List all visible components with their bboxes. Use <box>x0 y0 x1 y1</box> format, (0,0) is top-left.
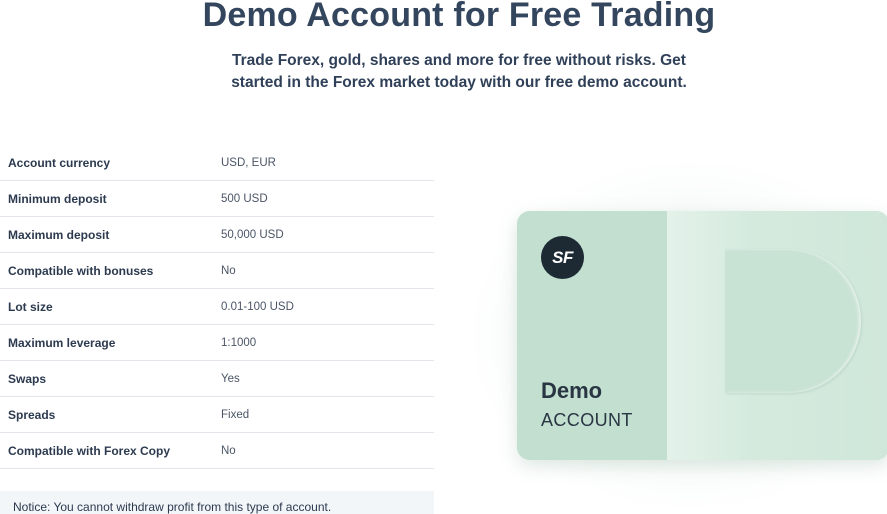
spec-label: Maximum leverage <box>8 335 116 350</box>
spec-label: Swaps <box>8 371 47 386</box>
page-subtitle: Trade Forex, gold, shares and more for f… <box>231 52 687 91</box>
spec-value: 500 USD <box>221 192 268 205</box>
card-title: Demo <box>541 378 603 403</box>
spec-row-maximum-leverage: Maximum leverage 1:1000 <box>0 325 434 361</box>
spec-row-compatible-with-forex-copy: Compatible with Forex Copy No <box>0 433 434 469</box>
spec-row-spreads: Spreads Fixed <box>0 397 434 433</box>
spec-value: No <box>221 444 236 457</box>
spec-value: Fixed <box>221 408 250 421</box>
spec-label: Minimum deposit <box>8 191 107 206</box>
page: Demo Account for Free Trading Trade Fore… <box>0 0 887 514</box>
brand-logo: SF <box>541 236 584 279</box>
spec-value: 1:1000 <box>221 336 257 349</box>
page-title: Demo Account for Free Trading <box>202 0 716 34</box>
demo-account-card: SF Demo ACCOUNT <box>517 211 887 460</box>
spec-row-maximum-deposit: Maximum deposit 50,000 USD <box>0 217 434 253</box>
spec-label: Compatible with bonuses <box>8 263 154 278</box>
spec-label: Compatible with Forex Copy <box>8 443 171 458</box>
spec-row-lot-size: Lot size 0.01-100 USD <box>0 289 434 325</box>
spec-value: 0.01-100 USD <box>221 300 294 313</box>
spec-value: No <box>221 264 236 277</box>
spec-label: Spreads <box>8 407 56 422</box>
spec-value: USD, EUR <box>221 156 276 169</box>
card-subtitle: ACCOUNT <box>541 410 633 430</box>
spec-row-swaps: Swaps Yes <box>0 361 434 397</box>
notice-banner: Notice: You cannot withdraw profit from … <box>0 491 434 514</box>
spec-label: Lot size <box>8 299 53 314</box>
spec-row-minimum-deposit: Minimum deposit 500 USD <box>0 181 434 217</box>
spec-row-compatible-with-bonuses: Compatible with bonuses No <box>0 253 434 289</box>
spec-value: 50,000 USD <box>221 228 284 241</box>
spec-label: Maximum deposit <box>8 227 110 242</box>
spec-value: Yes <box>221 372 240 385</box>
spec-row-account-currency: Account currency USD, EUR <box>0 145 434 181</box>
spec-label: Account currency <box>8 155 111 170</box>
account-specs-table: Account currency USD, EUR Minimum deposi… <box>0 145 434 469</box>
